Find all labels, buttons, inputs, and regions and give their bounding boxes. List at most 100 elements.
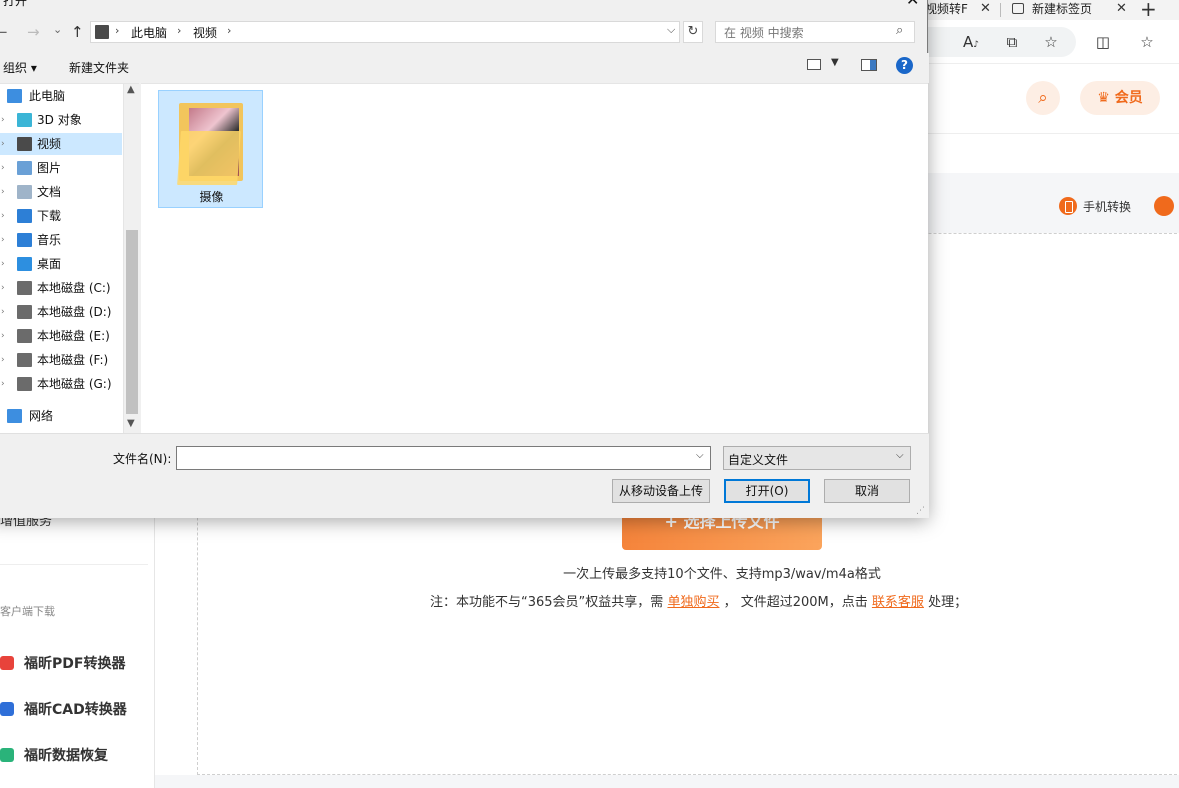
search-input[interactable]: 在 视频 中搜索 ⌕: [715, 21, 915, 43]
filename-input[interactable]: [176, 446, 711, 470]
help-icon[interactable]: ?: [896, 57, 913, 74]
forward-arrow-icon[interactable]: →: [27, 23, 40, 41]
path-segment-this-pc[interactable]: 此电脑: [131, 24, 167, 41]
open-file-dialog: 打开 ✕ ← → ⌄ ↑ › 此电脑 › 视频 › ⌵ ↻ 在 视频 中搜索 ⌕…: [0, 0, 929, 518]
expand-arrow-icon[interactable]: ›: [1, 325, 5, 347]
tree-item[interactable]: › 图片: [0, 157, 122, 179]
new-tab-icon[interactable]: +: [1140, 0, 1160, 20]
organize-button[interactable]: 组织 ▾: [3, 59, 37, 76]
notice-text: 注：本功能不与“365会员”权益共享，需: [430, 595, 664, 610]
file-type-select[interactable]: 自定义文件 ⌵: [723, 446, 911, 470]
preview-pane-icon[interactable]: [861, 59, 877, 71]
buy-separately-link[interactable]: 单独购买: [667, 595, 719, 610]
folder-item[interactable]: 摄像: [158, 90, 263, 208]
contact-service-link[interactable]: 联系客服: [872, 595, 924, 610]
up-arrow-icon[interactable]: ↑: [71, 23, 84, 41]
file-type-value: 自定义文件: [728, 453, 789, 467]
expand-arrow-icon[interactable]: ›: [1, 349, 5, 371]
page-bottom-bg: [155, 775, 1179, 788]
vip-button[interactable]: ♛ 会员: [1080, 81, 1160, 115]
tree-item-label: 网络: [29, 409, 54, 423]
favorites-list-icon[interactable]: ☆: [1136, 31, 1158, 53]
tree-item[interactable]: › 视频: [0, 133, 122, 155]
path-separator[interactable]: ›: [227, 24, 231, 37]
sidebar-app-cad[interactable]: 福昕CAD转换器: [0, 699, 127, 719]
recent-locations-icon[interactable]: ⌄: [53, 23, 62, 36]
split-screen-icon[interactable]: ◫: [1092, 31, 1114, 53]
favorite-star-icon[interactable]: ☆: [1040, 31, 1062, 53]
refresh-icon[interactable]: ↻: [683, 21, 703, 43]
documents-icon: [17, 185, 32, 199]
expand-arrow-icon[interactable]: ›: [1, 157, 5, 179]
close-tab-icon[interactable]: ✕: [1116, 0, 1130, 20]
cancel-button[interactable]: 取消: [824, 479, 910, 503]
sidebar-app-recovery[interactable]: 福昕数据恢复: [0, 745, 108, 765]
reader-mode-icon[interactable]: ⧉: [1001, 31, 1023, 53]
chevron-down-icon[interactable]: ▼: [831, 57, 839, 68]
tree-item[interactable]: › 本地磁盘 (C:): [0, 277, 122, 299]
close-icon[interactable]: ✕: [906, 0, 919, 9]
change-view-icon[interactable]: [807, 59, 821, 70]
data-recovery-icon: [0, 748, 14, 762]
back-arrow-icon[interactable]: ←: [0, 23, 8, 41]
navigation-tree: 网络 › 本地磁盘 (G:) › 本地磁盘 (F:) › 本地磁盘 (E:) › 本地磁盘 (D…: [0, 83, 139, 434]
address-path-box[interactable]: › 此电脑 › 视频 › ⌵: [90, 21, 680, 43]
tree-item[interactable]: › 文档: [0, 181, 122, 203]
tab-divider: [1000, 3, 1001, 17]
expand-arrow-icon[interactable]: ›: [1, 373, 5, 395]
expand-arrow-icon[interactable]: ›: [1, 253, 5, 275]
tree-item-label: 音乐: [37, 233, 62, 247]
open-button[interactable]: 打开(O): [724, 479, 810, 503]
close-tab-icon[interactable]: ✕: [980, 0, 994, 20]
tree-item[interactable]: › 下载: [0, 205, 122, 227]
expand-arrow-icon[interactable]: ›: [1, 133, 5, 155]
tree-item[interactable]: › 本地磁盘 (F:): [0, 349, 122, 371]
tree-item-label: 视频: [37, 137, 62, 151]
download-badge-icon[interactable]: [1154, 196, 1174, 216]
tree-item-label: 桌面: [37, 257, 62, 271]
path-separator[interactable]: ›: [115, 24, 119, 37]
expand-arrow-icon[interactable]: ›: [1, 181, 5, 203]
tree-item[interactable]: › 本地磁盘 (G:): [0, 373, 122, 395]
video-folder-icon: [17, 137, 32, 151]
tree-scrollbar[interactable]: ▲ ▼: [123, 84, 139, 434]
expand-arrow-icon[interactable]: ›: [1, 205, 5, 227]
expand-arrow-icon[interactable]: ›: [1, 109, 5, 131]
new-folder-button[interactable]: 新建文件夹: [69, 59, 129, 76]
expand-arrow-icon[interactable]: ›: [1, 229, 5, 251]
tree-item-label: 本地磁盘 (C:): [37, 281, 111, 295]
phone-convert-link[interactable]: 手机转换: [1059, 197, 1131, 215]
tree-item-label: 图片: [37, 161, 62, 175]
chevron-down-icon[interactable]: ⌵: [667, 23, 675, 37]
tree-item[interactable]: › 本地磁盘 (E:): [0, 325, 122, 347]
tree-item-label: 下载: [37, 209, 62, 223]
pictures-icon: [17, 161, 32, 175]
chevron-down-icon[interactable]: ▼: [127, 418, 135, 429]
tree-item[interactable]: 此电脑: [0, 85, 122, 107]
tree-item-label: 本地磁盘 (G:): [37, 377, 112, 391]
tree-item[interactable]: › 桌面: [0, 253, 122, 275]
drive-d-icon: [17, 305, 32, 319]
site-header: ⌕ ♛ 会员: [926, 64, 1179, 134]
read-aloud-icon[interactable]: A♪: [960, 31, 982, 53]
dialog-bottom-panel: 文件名(N): ⌵ 自定义文件 ⌵ 从移动设备上传 打开(O) 取消 ⋰: [0, 433, 929, 518]
site-search-icon[interactable]: ⌕: [1026, 81, 1060, 115]
dialog-title: 打开: [3, 0, 28, 8]
upload-from-mobile-button[interactable]: 从移动设备上传: [612, 479, 710, 503]
tree-item[interactable]: 网络: [0, 405, 122, 427]
path-separator[interactable]: ›: [177, 24, 181, 37]
tree-item-label: 本地磁盘 (E:): [37, 329, 110, 343]
app-label: 福昕PDF转换器: [24, 656, 126, 672]
chevron-up-icon[interactable]: ▲: [127, 84, 135, 95]
sidebar-app-pdf[interactable]: 福昕PDF转换器: [0, 653, 125, 673]
tree-item[interactable]: › 3D 对象: [0, 109, 122, 131]
scrollbar-thumb[interactable]: [126, 230, 138, 414]
network-icon: [7, 409, 22, 423]
resize-grip-icon[interactable]: ⋰: [916, 506, 925, 516]
tree-item[interactable]: › 本地磁盘 (D:): [0, 301, 122, 323]
expand-arrow-icon[interactable]: ›: [1, 277, 5, 299]
path-segment-videos[interactable]: 视频: [193, 24, 217, 41]
chevron-down-icon[interactable]: ⌵: [696, 450, 704, 461]
tree-item[interactable]: › 音乐: [0, 229, 122, 251]
expand-arrow-icon[interactable]: ›: [1, 301, 5, 323]
